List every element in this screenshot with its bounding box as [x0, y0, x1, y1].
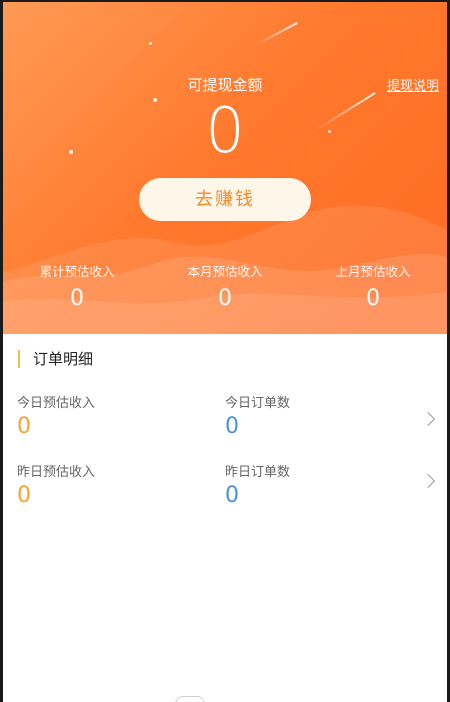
today-orders-value: 0: [225, 414, 239, 439]
stat-value: 0: [218, 286, 232, 311]
withdraw-info-link[interactable]: 提现说明: [387, 75, 439, 94]
chevron-right-icon[interactable]: [420, 411, 436, 427]
earnings-header: 可提现金额 提现说明 0 去赚钱 累计预估收入 0 本月预估收入 0 上月预估收…: [3, 2, 447, 334]
stat-value: 0: [70, 286, 84, 311]
today-orders-label: 今日订单数: [225, 396, 291, 411]
stat-value: 0: [366, 286, 380, 311]
order-detail-section: 订单明细 今日预估收入 0 今日订单数 0 昨日预估收入 0 昨日订单数 0: [3, 334, 447, 702]
today-income-label: 今日预估收入: [17, 396, 96, 411]
stat-label: 累计预估收入: [39, 264, 115, 279]
stat-total-estimated: 累计预估收入 0: [3, 261, 151, 311]
yesterday-orders-value: 0: [225, 483, 239, 508]
yesterday-income-label: 昨日预估收入: [17, 465, 96, 480]
bottom-handle-decoration: [175, 696, 205, 702]
balance-amount: 0: [205, 94, 245, 167]
earn-money-button[interactable]: 去赚钱: [139, 178, 311, 221]
today-income-value: 0: [17, 414, 31, 439]
yesterday-orders-label: 昨日订单数: [225, 465, 291, 480]
chevron-right-icon[interactable]: [420, 473, 436, 489]
stat-last-month: 上月预估收入 0: [299, 261, 447, 311]
stat-this-month: 本月预估收入 0: [151, 261, 299, 311]
yesterday-income-value: 0: [17, 483, 31, 508]
star-decoration: [149, 42, 152, 45]
balance-label: 可提现金额: [187, 76, 263, 94]
stat-label: 上月预估收入: [335, 264, 411, 279]
section-title: 订单明细: [18, 350, 93, 368]
stat-label: 本月预估收入: [187, 264, 263, 279]
